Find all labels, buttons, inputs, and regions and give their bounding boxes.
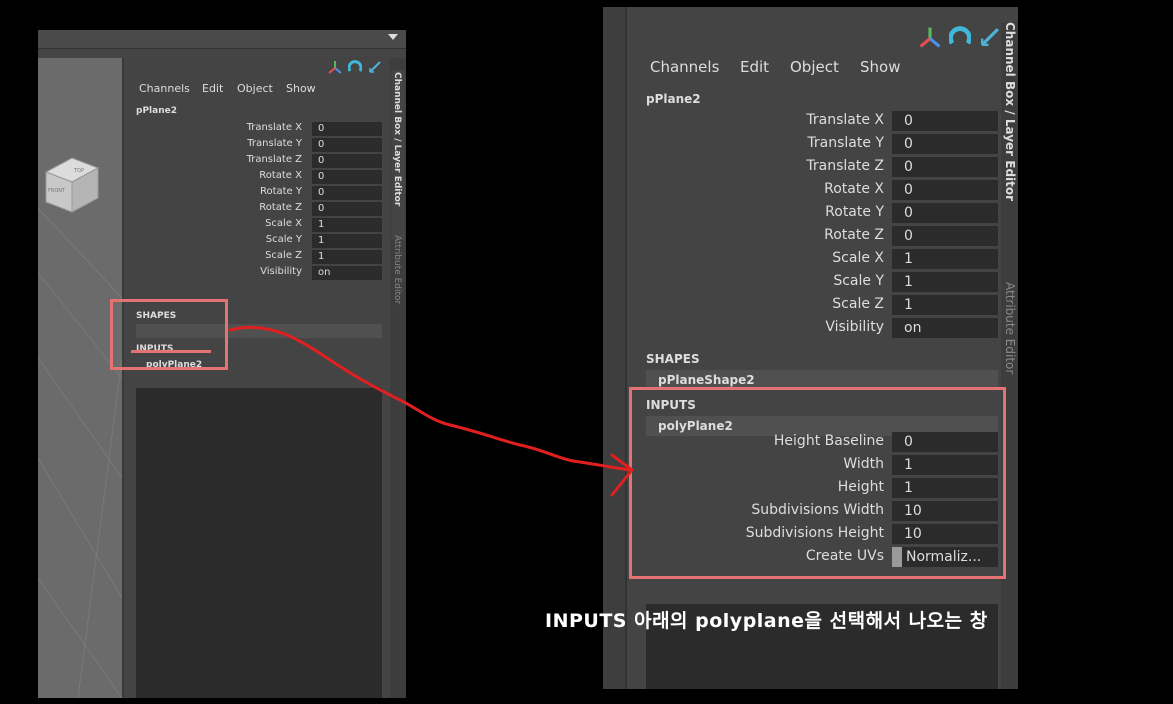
- annotation-arrow: [228, 325, 634, 497]
- annotation-caption: INPUTS 아래의 polyplane을 선택해서 나오는 창: [545, 610, 988, 632]
